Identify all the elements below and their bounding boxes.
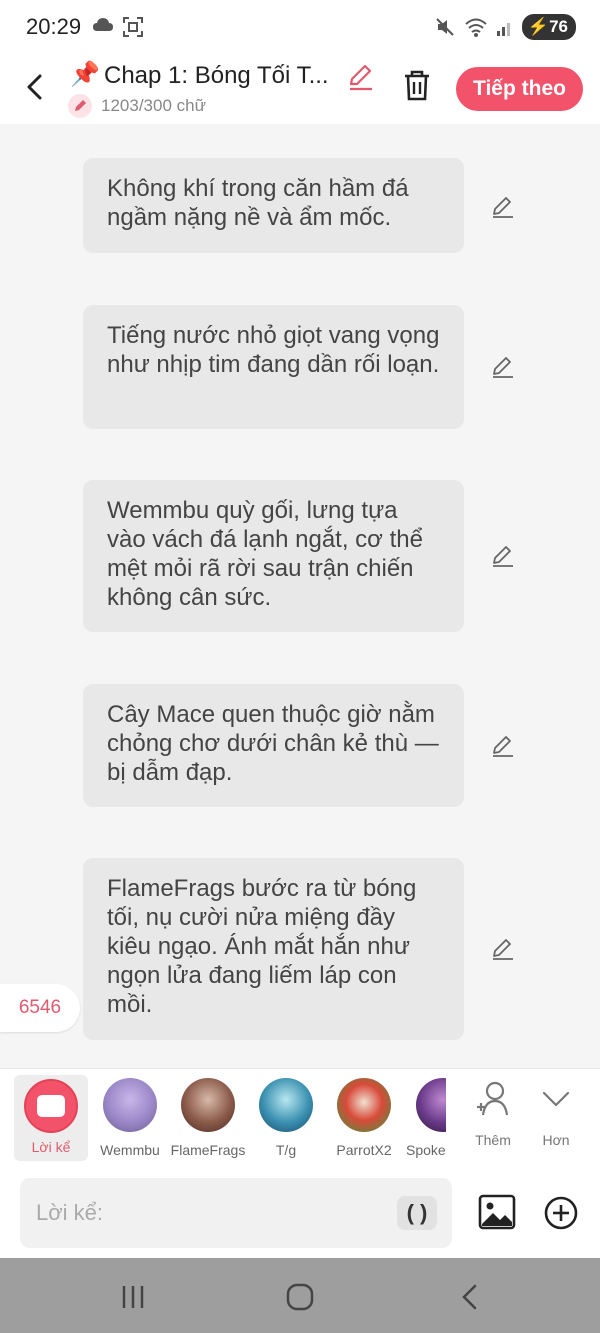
parentheses-button[interactable]: ( ) — [397, 1196, 437, 1230]
edit-message-icon[interactable] — [490, 354, 516, 380]
pencil-small-icon — [68, 94, 92, 118]
pin-icon: 📌 — [70, 61, 100, 88]
message-bubble[interactable]: Tiếng nước nhỏ giọt vang vọng như nhịp t… — [83, 305, 464, 429]
character-narrator[interactable]: Lời kể — [14, 1075, 88, 1161]
character-name: Wemmbu — [100, 1142, 160, 1158]
message-text: Wemmbu quỳ gối, lưng tựa vào vách đá lạn… — [107, 497, 423, 611]
input-row: ( ) — [0, 1168, 600, 1258]
avatar — [181, 1078, 235, 1132]
header: 📌 Chap 1: Bóng Tối T... 1203/300 chữ Tiế… — [0, 56, 600, 124]
more-button[interactable]: Hơn — [526, 1079, 586, 1148]
chapter-title[interactable]: Chap 1: Bóng Tối T... — [104, 62, 329, 90]
character-name: Lời kể — [31, 1139, 71, 1155]
avatar — [416, 1078, 446, 1132]
more-label: Hơn — [542, 1132, 570, 1148]
battery-indicator: ⚡76 — [521, 14, 576, 40]
edit-message-icon[interactable] — [490, 194, 516, 220]
edit-message-icon[interactable] — [490, 733, 516, 759]
narrator-icon — [24, 1079, 78, 1133]
avatar — [337, 1078, 391, 1132]
add-character-button[interactable]: Thêm — [463, 1079, 523, 1148]
battery-level: 76 — [549, 17, 568, 36]
message-bubble[interactable]: Cây Mace quen thuộc giờ nằm chỏng chơ dư… — [83, 684, 464, 807]
avatar — [103, 1078, 157, 1132]
back-nav-icon[interactable] — [455, 1282, 485, 1312]
delete-icon[interactable] — [401, 68, 433, 102]
message-text: Không khí trong căn hầm đá ngầm nặng nề … — [107, 175, 409, 231]
status-time: 20:29 — [26, 14, 82, 39]
edit-message-icon[interactable] — [490, 936, 516, 962]
message-text: Cây Mace quen thuộc giờ nằm chỏng chơ dư… — [107, 701, 439, 786]
character-flamefrags[interactable]: FlameFrags — [168, 1075, 248, 1158]
character-count-badge[interactable]: 6546 — [0, 984, 80, 1032]
status-right-icons: ⚡76 — [434, 14, 576, 40]
character-name: Spoke — [406, 1142, 446, 1158]
character-spoke[interactable]: Spoke — [396, 1075, 446, 1158]
message-text: Tiếng nước nhỏ giọt vang vọng như nhịp t… — [107, 322, 440, 378]
character-name: ParrotX2 — [336, 1142, 392, 1158]
next-button[interactable]: Tiếp theo — [456, 67, 583, 111]
edit-message-icon[interactable] — [490, 543, 516, 569]
add-icon[interactable] — [543, 1195, 579, 1231]
status-bar: 20:29 ⚡76 — [0, 0, 600, 56]
edit-title-icon[interactable] — [346, 62, 376, 92]
home-icon[interactable] — [285, 1282, 315, 1312]
add-person-icon — [477, 1081, 509, 1116]
message-bubble[interactable]: FlameFrags bước ra từ bóng tối, nụ cười … — [83, 858, 464, 1040]
wifi-icon — [465, 18, 487, 37]
avatar — [259, 1078, 313, 1132]
image-icon[interactable] — [478, 1194, 516, 1230]
back-button[interactable] — [18, 70, 52, 104]
story-content: Không khí trong căn hầm đá ngầm nặng nề … — [0, 124, 600, 1068]
word-count: 1203/300 chữ — [101, 96, 206, 115]
narration-input[interactable] — [20, 1178, 452, 1248]
add-label: Thêm — [475, 1132, 511, 1148]
character-name: FlameFrags — [170, 1142, 246, 1158]
message-text: FlameFrags bước ra từ bóng tối, nụ cười … — [107, 875, 417, 1018]
character-bar: Lời kể Wemmbu FlameFrags T/g ParrotX2 Sp… — [0, 1068, 600, 1168]
message-bubble[interactable]: Không khí trong căn hầm đá ngầm nặng nề … — [83, 158, 464, 253]
chevron-down-icon — [542, 1091, 570, 1107]
mute-icon — [436, 18, 454, 36]
character-name: T/g — [275, 1142, 297, 1158]
character-parrotx2[interactable]: ParrotX2 — [324, 1075, 404, 1158]
message-bubble[interactable]: Wemmbu quỳ gối, lưng tựa vào vách đá lạn… — [83, 480, 464, 632]
cloud-icon — [93, 18, 113, 31]
recent-apps-icon[interactable] — [118, 1282, 148, 1312]
character-tg[interactable]: T/g — [246, 1075, 326, 1158]
signal-icon — [496, 23, 510, 36]
status-left-icons — [92, 16, 144, 38]
system-nav-bar — [0, 1258, 600, 1333]
screenshot-icon — [123, 17, 143, 37]
character-wemmbu[interactable]: Wemmbu — [90, 1075, 170, 1158]
